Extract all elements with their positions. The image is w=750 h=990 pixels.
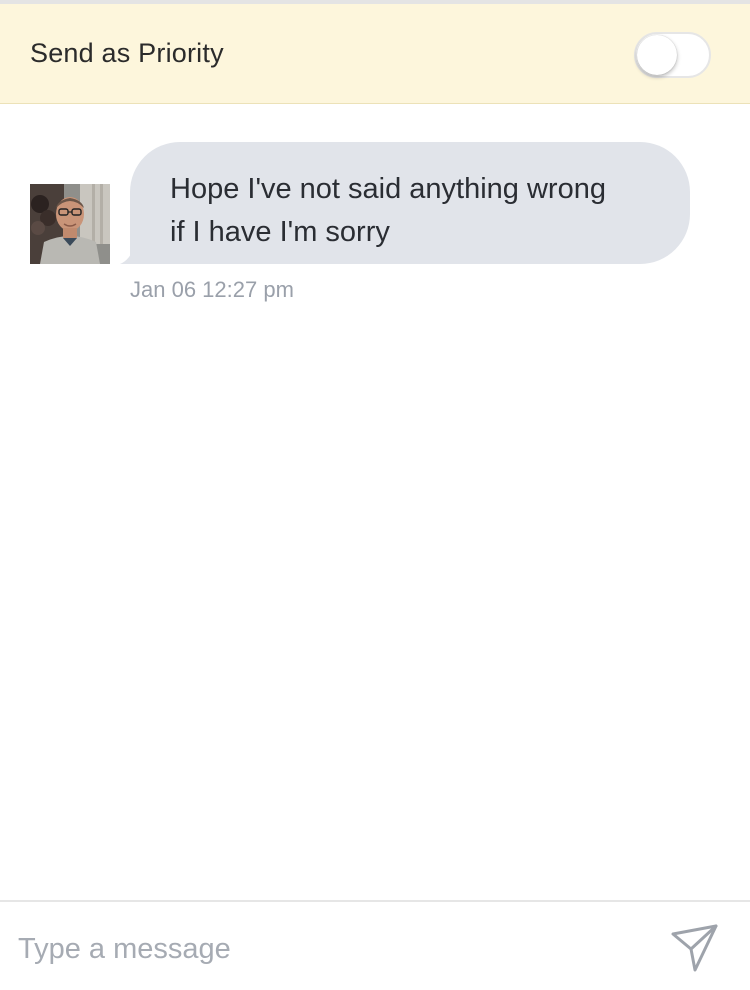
toggle-knob: [637, 35, 677, 75]
message-input[interactable]: [18, 924, 638, 974]
message-timestamp: Jan 06 12:27 pm: [130, 277, 294, 302]
message-text: Hope I've not said anything wrong if I h…: [170, 173, 606, 248]
priority-label: Send as Priority: [30, 38, 224, 68]
send-paper-plane-icon: [671, 924, 718, 972]
send-button[interactable]: [668, 922, 722, 976]
composer: [0, 900, 750, 990]
person-photo: [30, 184, 110, 264]
priority-bar: Send as Priority: [0, 4, 750, 104]
priority-toggle[interactable]: [634, 32, 711, 78]
avatar[interactable]: [30, 184, 110, 264]
message-bubble[interactable]: Hope I've not said anything wrong if I h…: [130, 142, 690, 264]
